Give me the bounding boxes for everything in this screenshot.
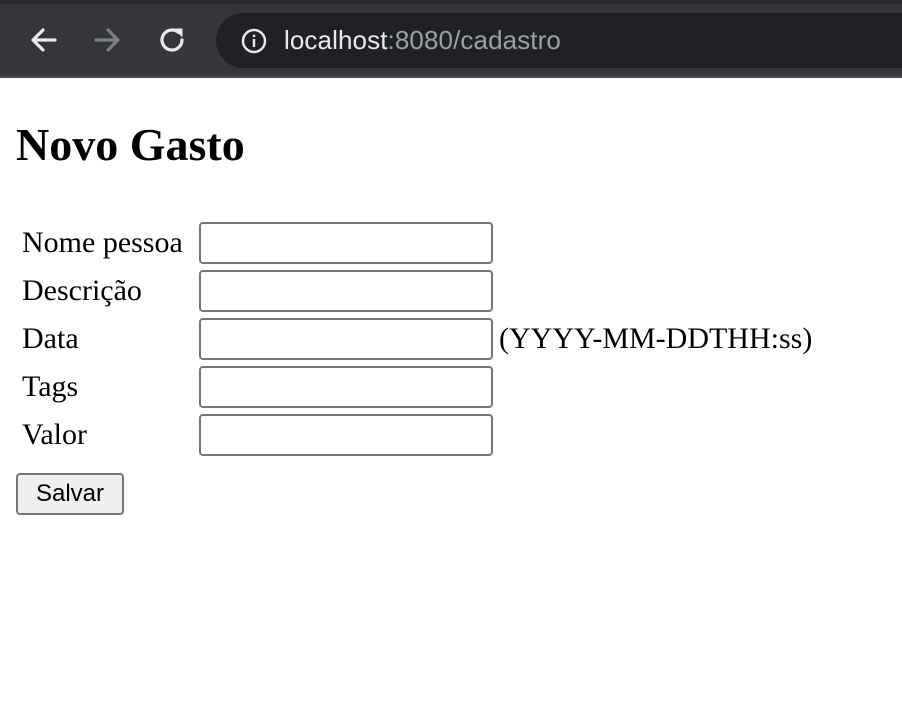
reload-icon xyxy=(160,28,184,52)
form-row-data: Data (YYYY-MM-DDTHH:ss) xyxy=(20,317,814,361)
data-input[interactable] xyxy=(199,318,493,360)
nome-pessoa-label: Nome pessoa xyxy=(22,226,183,259)
url-host: localhost xyxy=(284,25,388,55)
form-row-valor: Valor xyxy=(20,413,814,457)
forward-button[interactable] xyxy=(87,20,127,60)
data-format-hint: (YYYY-MM-DDTHH:ss) xyxy=(499,322,813,355)
back-button[interactable] xyxy=(24,20,64,60)
url-path: :8080/cadastro xyxy=(387,25,561,55)
tags-input[interactable] xyxy=(199,366,493,408)
arrow-left-icon xyxy=(31,28,57,52)
descricao-input[interactable] xyxy=(199,270,493,312)
data-label: Data xyxy=(22,322,79,355)
page-title: Novo Gasto xyxy=(16,119,245,170)
valor-input[interactable] xyxy=(199,414,493,456)
form-row-descricao: Descrição xyxy=(20,269,814,313)
form-row-tags: Tags xyxy=(20,365,814,409)
toolbar-top-edge xyxy=(0,0,902,4)
info-circle-icon[interactable] xyxy=(240,27,268,55)
browser-toolbar: localhost:8080/cadastro xyxy=(0,0,902,78)
expense-form: Nome pessoa Descrição Data (YYYY-MM-DDTH… xyxy=(16,217,818,461)
descricao-label: Descrição xyxy=(22,274,142,307)
address-bar[interactable]: localhost:8080/cadastro xyxy=(216,13,902,68)
url-text[interactable]: localhost:8080/cadastro xyxy=(284,25,561,56)
form-row-nome-pessoa: Nome pessoa xyxy=(20,221,814,265)
save-button[interactable]: Salvar xyxy=(16,473,124,515)
nome-pessoa-input[interactable] xyxy=(199,222,493,264)
tags-label: Tags xyxy=(22,370,79,403)
reload-button[interactable] xyxy=(152,20,192,60)
arrow-right-icon xyxy=(94,28,120,52)
page-content: Novo Gasto Nome pessoa Descrição Data (Y… xyxy=(0,78,902,716)
valor-label: Valor xyxy=(22,418,87,451)
